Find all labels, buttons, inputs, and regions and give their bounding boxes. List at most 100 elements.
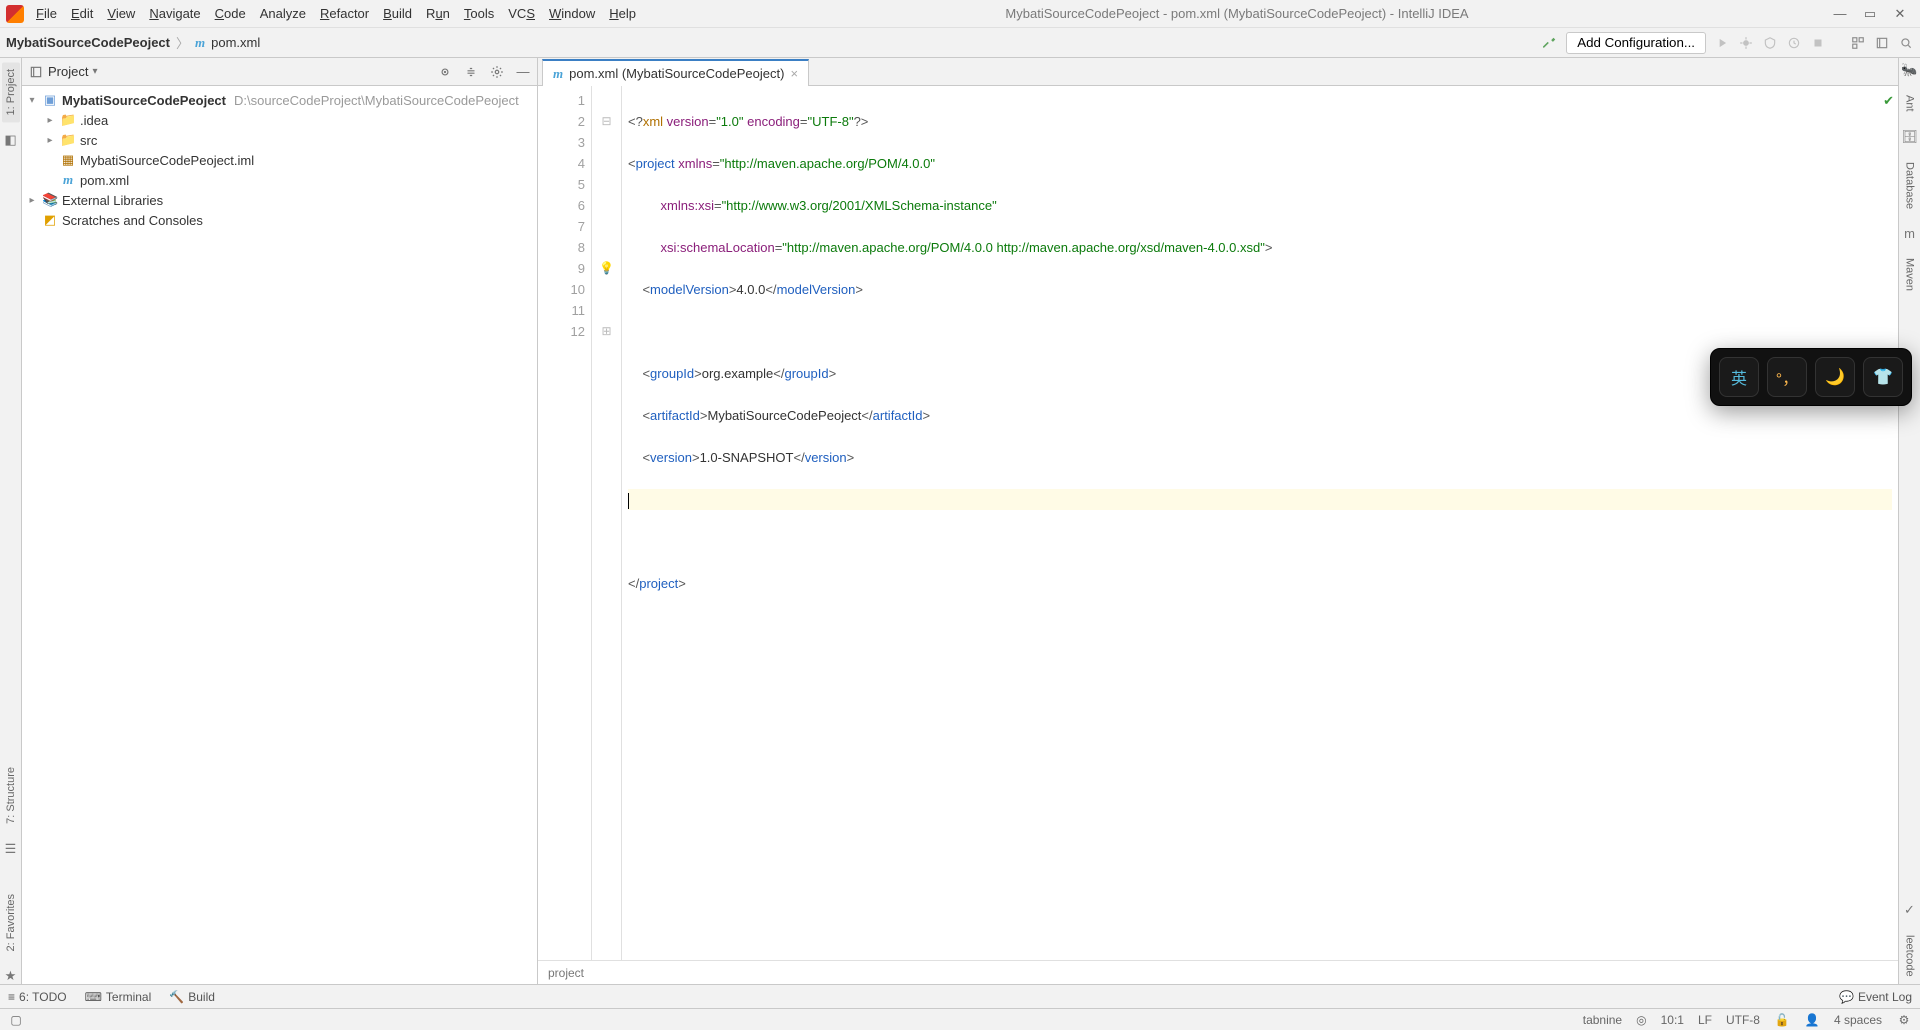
profile-icon[interactable] [1786, 35, 1802, 51]
iml-file-icon: ▦ [60, 152, 76, 168]
menu-build[interactable]: Build [377, 4, 418, 23]
rail-leetcode[interactable]: leetcode [1901, 928, 1919, 984]
status-eol[interactable]: LF [1698, 1013, 1712, 1027]
menu-analyze[interactable]: Analyze [254, 4, 312, 23]
status-indent[interactable]: 4 spaces [1834, 1013, 1882, 1027]
tree-external-libs[interactable]: ▸ 📚 External Libraries [22, 190, 537, 210]
bottom-tool-windows: ≡ 6: TODO ⌨ Terminal 🔨 Build 💬 Event Log [0, 984, 1920, 1008]
project-view-selector[interactable]: Project ▾ [28, 64, 98, 80]
window-minimize-button[interactable]: — [1832, 6, 1848, 21]
menu-file[interactable]: File [30, 4, 63, 23]
ime-shirt-button[interactable]: 👕 [1863, 357, 1903, 397]
menu-window[interactable]: Window [543, 4, 601, 23]
tree-item-iml[interactable]: ▦ MybatiSourceCodePeoject.iml [22, 150, 537, 170]
status-caret-pos[interactable]: 10:1 [1661, 1013, 1684, 1027]
inspect-icon[interactable]: 👤 [1804, 1012, 1820, 1028]
rail-project[interactable]: 1: Project [2, 62, 20, 122]
toolwin-todo[interactable]: ≡ 6: TODO [8, 990, 67, 1004]
rail-favorites[interactable]: 2: Favorites [2, 887, 20, 958]
rail-structure[interactable]: 7: Structure [2, 760, 20, 831]
editor-tab-pom[interactable]: m pom.xml (MybatiSourceCodePeoject) × [542, 59, 809, 86]
tree-item-idea[interactable]: ▸ 📁 .idea [22, 110, 537, 130]
stop-icon[interactable] [1810, 35, 1826, 51]
window-close-button[interactable]: ✕ [1892, 6, 1908, 22]
rail-maven[interactable]: Maven [1901, 251, 1919, 298]
status-encoding[interactable]: UTF-8 [1726, 1013, 1760, 1027]
ant-icon: 🐜 [1901, 62, 1917, 78]
fold-handle-icon[interactable]: ⊞ [592, 321, 621, 342]
debug-icon[interactable] [1738, 35, 1754, 51]
expand-arrow-icon[interactable]: ▸ [44, 135, 56, 146]
menu-navigate[interactable]: Navigate [143, 4, 206, 23]
chevron-down-icon: ▾ [92, 66, 97, 77]
toolwin-terminal-label: Terminal [106, 990, 151, 1004]
lock-icon[interactable]: 🔓 [1774, 1012, 1790, 1028]
expand-arrow-icon[interactable]: ▾ [26, 95, 38, 106]
project-structure-icon[interactable] [1850, 35, 1866, 51]
tree-item-label: Scratches and Consoles [62, 213, 203, 228]
rail-bookmark-icon[interactable]: ◧ [4, 132, 16, 148]
ime-moon-button[interactable]: 🌙 [1815, 357, 1855, 397]
ime-lang-button[interactable]: 英 [1719, 357, 1759, 397]
rail-ant[interactable]: Ant [1901, 88, 1919, 119]
menu-help[interactable]: Help [603, 4, 642, 23]
search-everywhere-icon[interactable] [1898, 35, 1914, 51]
ime-punct-button[interactable]: °， [1767, 357, 1807, 397]
inspection-ok-icon[interactable]: ✔ [1883, 90, 1894, 111]
menu-tools[interactable]: Tools [458, 4, 500, 23]
expand-arrow-icon[interactable]: ▸ [44, 115, 56, 126]
status-gear-icon[interactable]: ⚙ [1896, 1012, 1912, 1028]
ime-overlay[interactable]: 英 °， 🌙 👕 [1710, 348, 1912, 406]
toolwin-build[interactable]: 🔨 Build [169, 990, 215, 1004]
fold-gutter[interactable]: ⊟ 💡 ⊞ [592, 86, 622, 960]
database-icon: 🗄 [1901, 129, 1918, 145]
run-icon[interactable] [1714, 35, 1730, 51]
close-tab-icon[interactable]: × [790, 66, 798, 81]
locate-icon[interactable] [437, 64, 453, 80]
toolwin-todo-label: 6: TODO [19, 990, 67, 1004]
maven-icon: m [1904, 226, 1915, 241]
window-maximize-button[interactable]: ▭ [1862, 6, 1878, 22]
current-line [628, 489, 1892, 510]
rail-database[interactable]: Database [1901, 155, 1919, 216]
tree-item-pom[interactable]: m pom.xml [22, 170, 537, 190]
bulb-icon[interactable]: 💡 [592, 258, 621, 279]
tree-root[interactable]: ▾ ▣ MybatiSourceCodePeoject D:\sourceCod… [22, 90, 537, 110]
project-view-label: Project [48, 64, 88, 79]
menu-view[interactable]: View [101, 4, 141, 23]
toolwin-build-label: Build [188, 990, 215, 1004]
code-editor[interactable]: <?xml version="1.0" encoding="UTF-8"?> <… [622, 86, 1898, 960]
hide-panel-icon[interactable]: — [515, 64, 531, 80]
tree-item-label: External Libraries [62, 193, 163, 208]
toolwin-terminal[interactable]: ⌨ Terminal [85, 990, 152, 1004]
breadcrumb-file[interactable]: pom.xml [211, 35, 260, 50]
tree-scratches[interactable]: ◩ Scratches and Consoles [22, 210, 537, 230]
coverage-icon[interactable] [1762, 35, 1778, 51]
project-panel: Project ▾ — ▾ ▣ MybatiSourceCodePeoject … [22, 58, 538, 984]
menu-code[interactable]: Code [209, 4, 252, 23]
status-bar: ▢ tabnine ◎ 10:1 LF UTF-8 🔓 👤 4 spaces ⚙ [0, 1008, 1920, 1030]
tree-item-src[interactable]: ▸ 📁 src [22, 130, 537, 150]
editor-breadcrumb[interactable]: project [538, 960, 1898, 984]
build-hammer-icon[interactable] [1542, 35, 1558, 51]
project-tree[interactable]: ▾ ▣ MybatiSourceCodePeoject D:\sourceCod… [22, 86, 537, 984]
text-cursor [628, 493, 629, 509]
status-tabnine[interactable]: tabnine [1583, 1013, 1622, 1027]
menu-refactor[interactable]: Refactor [314, 4, 375, 23]
expand-arrow-icon[interactable]: ▸ [26, 195, 38, 206]
menu-run[interactable]: Run [420, 4, 456, 23]
settings-gear-icon[interactable] [489, 64, 505, 80]
folder-icon: 📁 [60, 132, 76, 148]
menu-vcs[interactable]: VCS [502, 4, 541, 23]
add-configuration-button[interactable]: Add Configuration... [1566, 32, 1706, 54]
ide-settings-icon[interactable] [1874, 35, 1890, 51]
toolwindows-toggle-icon[interactable]: ▢ [8, 1012, 24, 1028]
collapse-all-icon[interactable] [463, 64, 479, 80]
breadcrumb-project[interactable]: MybatiSourceCodePeoject [6, 35, 170, 50]
fold-handle-icon[interactable]: ⊟ [592, 111, 621, 132]
left-tool-rail: 1: Project ◧ 7: Structure ☰ 2: Favorites… [0, 58, 22, 984]
toolwin-eventlog[interactable]: 💬 Event Log [1839, 990, 1912, 1004]
menu-edit[interactable]: Edit [65, 4, 99, 23]
eventlog-icon: 💬 [1839, 990, 1854, 1004]
menu-file-label: ile [44, 6, 57, 21]
